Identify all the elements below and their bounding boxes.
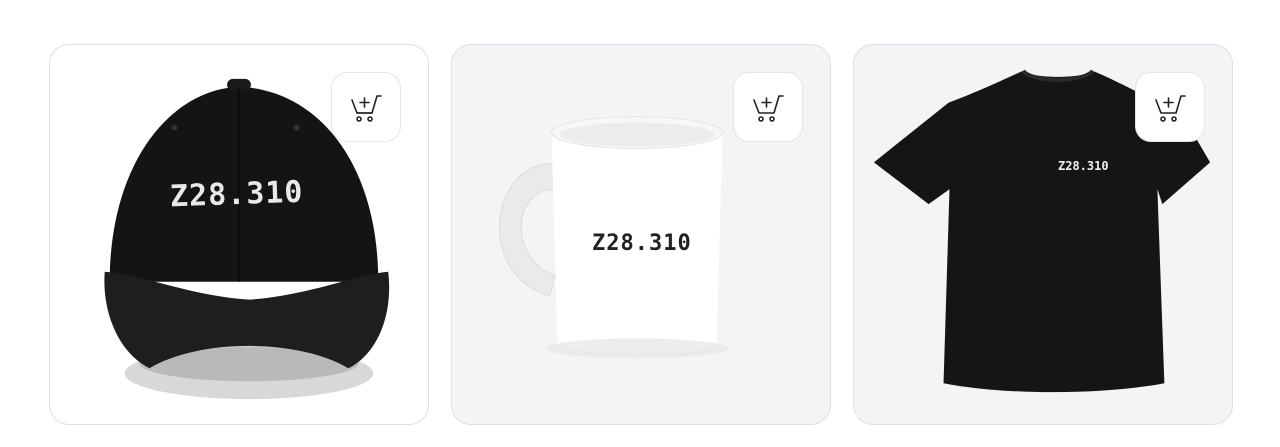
add-to-cart-icon <box>1155 95 1186 122</box>
add-to-cart-button[interactable] <box>331 72 401 142</box>
t-shirt-print-text: Z28.310 <box>1058 159 1109 173</box>
add-to-cart-icon <box>753 95 784 122</box>
product-card-t-shirt[interactable]: Z28.310 <box>853 44 1233 425</box>
add-to-cart-button[interactable] <box>733 72 803 142</box>
add-to-cart-icon <box>351 95 382 122</box>
hat-print-text: Z28.310 <box>169 174 305 215</box>
mug-print-text: Z28.310 <box>592 231 692 256</box>
product-card-mug[interactable]: Z28.310 <box>451 44 831 425</box>
product-grid: Z28.310 Z28.310 Z28.310 <box>49 44 1233 425</box>
product-card-hat[interactable]: Z28.310 <box>49 44 429 425</box>
add-to-cart-button[interactable] <box>1135 72 1205 142</box>
